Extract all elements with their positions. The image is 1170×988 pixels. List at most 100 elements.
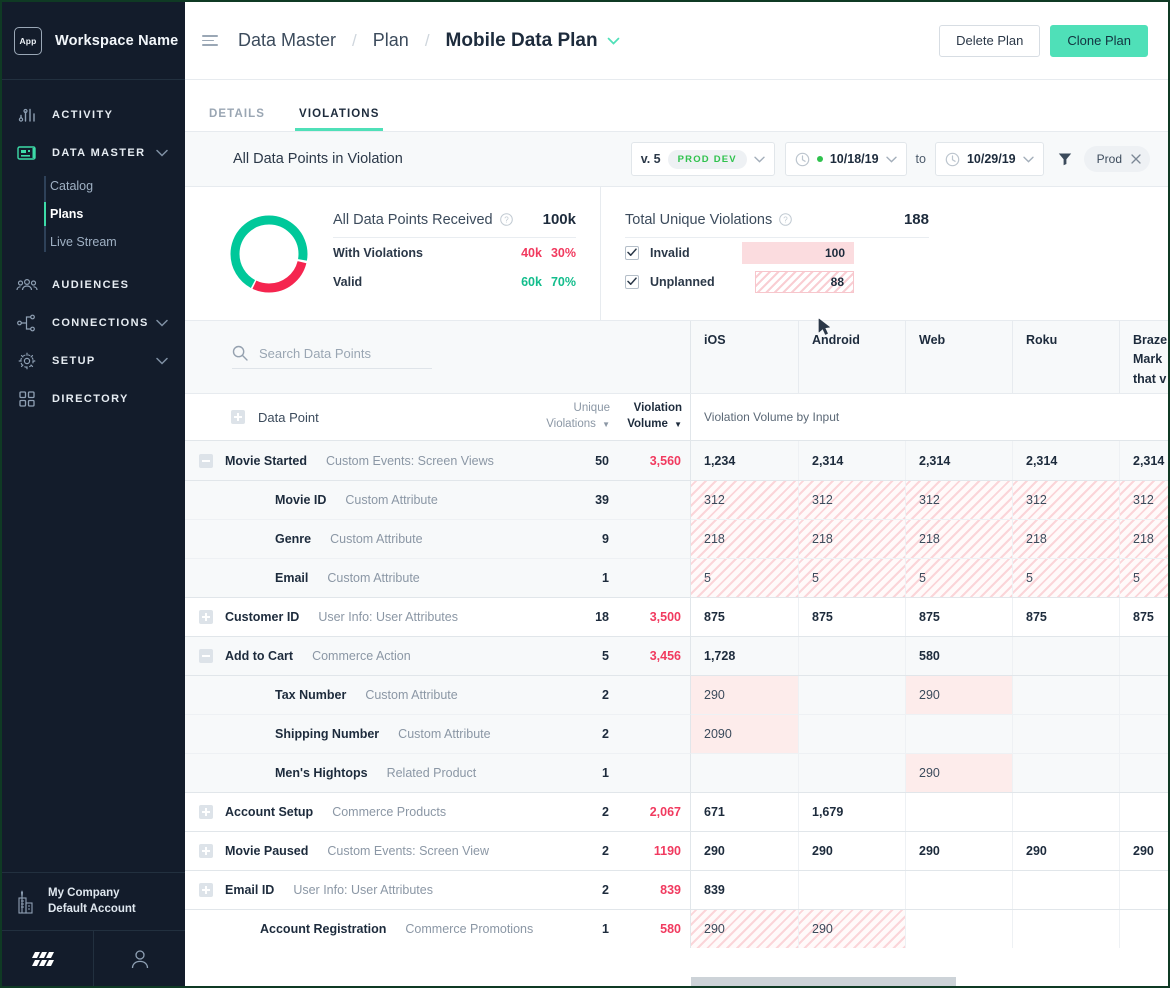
- tab-details[interactable]: DETAILS: [205, 108, 269, 131]
- table-row[interactable]: Email Custom Attribute 1 5 5 5 5 5: [185, 558, 1168, 597]
- data-point-name: Email: [275, 571, 309, 585]
- company-selector[interactable]: My Company Default Account: [2, 872, 185, 930]
- input-volume-cell: [1012, 676, 1119, 714]
- violation-volume-value: [618, 571, 690, 585]
- table-row[interactable]: Shipping Number Custom Attribute 2 2090: [185, 714, 1168, 753]
- caret-down-icon: ▼: [674, 420, 682, 429]
- column-header-android[interactable]: Android: [798, 321, 905, 393]
- workspace-header[interactable]: App Workspace Name: [2, 2, 185, 80]
- app-window: App Workspace Name ACTIVITY DATA MASTER: [0, 0, 1170, 988]
- expand-row-toggle[interactable]: [199, 883, 213, 897]
- sidebar: App Workspace Name ACTIVITY DATA MASTER: [2, 2, 185, 986]
- sidebar-item-label: DIRECTORY: [52, 393, 129, 405]
- table-row[interactable]: Tax Number Custom Attribute 2 290 290: [185, 675, 1168, 714]
- data-point-name: Account Setup: [225, 805, 314, 819]
- page-title: Mobile Data Plan: [445, 29, 598, 51]
- column-header-braze[interactable]: Braze Mark that v: [1119, 321, 1168, 393]
- expand-all-toggle[interactable]: [231, 410, 245, 424]
- filter-chip-prod[interactable]: Prod: [1083, 146, 1150, 172]
- table-row[interactable]: Movie Started Custom Events: Screen Views…: [185, 441, 1168, 480]
- input-volume-cell: 2090: [691, 715, 798, 753]
- sidebar-item-catalog[interactable]: Catalog: [50, 172, 185, 200]
- sidebar-item-directory[interactable]: DIRECTORY: [2, 380, 185, 418]
- collapse-row-toggle[interactable]: [199, 453, 213, 468]
- violation-volume-value: 2,067: [649, 805, 681, 819]
- date-to-selector[interactable]: 10/29/19: [934, 142, 1044, 176]
- sidebar-item-activity[interactable]: ACTIVITY: [2, 96, 185, 134]
- sidebar-item-audiences[interactable]: AUDIENCES: [2, 266, 185, 304]
- tab-violations[interactable]: VIOLATIONS: [295, 108, 384, 131]
- invalid-checkbox[interactable]: [625, 245, 639, 260]
- sort-violation-volume[interactable]: Violation Volume ViolationVolume ▼: [618, 401, 690, 432]
- chevron-down-icon: [885, 156, 897, 163]
- user-account-button[interactable]: [93, 931, 185, 986]
- column-header-web[interactable]: Web: [905, 321, 1012, 393]
- search-cell: [185, 321, 691, 393]
- violation-volume-by-input-label: Violation Volume by Input: [704, 410, 840, 424]
- expand-row-toggle[interactable]: [199, 610, 213, 624]
- sidebar-item-plans[interactable]: Plans: [44, 200, 185, 228]
- expand-row-toggle[interactable]: [199, 805, 213, 819]
- date-from-selector[interactable]: 10/18/19: [784, 142, 907, 176]
- table-row[interactable]: Men's Hightops Related Product 1 290: [185, 753, 1168, 792]
- violations-title: All Data Points in Violation: [233, 151, 403, 167]
- collapse-row-toggle[interactable]: [199, 649, 213, 663]
- table-row[interactable]: Email ID User Info: User Attributes 2 839 83…: [185, 870, 1168, 909]
- violations-donut-chart: [228, 213, 310, 295]
- help-icon[interactable]: ?: [499, 213, 513, 226]
- sidebar-item-connections[interactable]: CONNECTIONS: [2, 304, 185, 342]
- scrollbar-thumb[interactable]: [691, 977, 956, 986]
- violation-volume-value: 839: [660, 883, 681, 897]
- table-row[interactable]: Genre Custom Attribute 9 218 218 218 218 218: [185, 519, 1168, 558]
- input-volume-cell: 2,314: [905, 441, 1012, 480]
- plan-chevron-down-icon[interactable]: [607, 37, 620, 45]
- table-row[interactable]: Movie Paused Custom Events: Screen View 2 1…: [185, 831, 1168, 870]
- table-row[interactable]: Add to Cart Commerce Action 5 3,456 1,728 580: [185, 636, 1168, 675]
- received-title: All Data Points Received: [333, 211, 493, 228]
- violation-row-unplanned: Unplanned 88: [625, 267, 929, 296]
- table-row[interactable]: Account Registration Commerce Promotions 1…: [185, 909, 1168, 948]
- breadcrumb-data-master[interactable]: Data Master: [238, 30, 336, 51]
- data-point-name: Men's Hightops: [275, 766, 368, 780]
- data-point-type: Custom Attribute: [330, 532, 423, 546]
- sidebar-item-live-stream[interactable]: Live Stream: [50, 228, 185, 256]
- data-point-type: Related Product: [386, 766, 477, 780]
- sidebar-item-data-master[interactable]: DATA MASTER: [2, 134, 185, 172]
- input-volume-cell: [1119, 676, 1168, 714]
- chevron-down-icon[interactable]: [156, 319, 168, 327]
- search-data-points[interactable]: [232, 345, 432, 369]
- table-row[interactable]: Movie ID Custom Attribute 39 312 312 312 312 31…: [185, 480, 1168, 519]
- menu-toggle-icon[interactable]: [202, 32, 220, 49]
- data-point-cell: Men's Hightops Related Product 1: [185, 753, 691, 792]
- input-volume-cell: [905, 793, 1012, 831]
- data-point-cell: Email Custom Attribute 1: [185, 558, 691, 597]
- expand-row-toggle[interactable]: [199, 844, 213, 858]
- filter-funnel-icon[interactable]: [1058, 152, 1072, 166]
- sort-unique-violations[interactable]: Unique Violations UniqueViolations ▼: [546, 401, 618, 432]
- data-point-name: Customer ID: [225, 610, 300, 624]
- close-icon[interactable]: [1131, 154, 1141, 164]
- clone-plan-button[interactable]: Clone Plan: [1050, 24, 1148, 57]
- help-icon[interactable]: ?: [779, 213, 793, 226]
- breadcrumb-plan[interactable]: Plan: [373, 30, 409, 51]
- column-header-ios[interactable]: iOS: [691, 321, 798, 393]
- input-volume-cell: [1012, 637, 1119, 675]
- input-volume-cell: 2,314: [798, 441, 905, 480]
- data-point-name: Genre: [275, 532, 312, 546]
- row-input-cells: 290 290: [691, 675, 1168, 714]
- brand-mark-button[interactable]: [2, 931, 93, 986]
- table-row[interactable]: Customer ID User Info: User Attributes 18 3…: [185, 597, 1168, 636]
- violations-total: 188: [903, 211, 929, 228]
- chevron-down-icon[interactable]: [156, 357, 168, 365]
- unplanned-checkbox[interactable]: [625, 274, 639, 289]
- column-header-roku[interactable]: Roku: [1012, 321, 1119, 393]
- sidebar-item-setup[interactable]: SETUP: [2, 342, 185, 380]
- search-input[interactable]: [259, 345, 432, 361]
- version-selector[interactable]: v. 5 PROD DEV: [630, 142, 775, 176]
- sort-headers: Unique Violations UniqueViolations ▼ Vio…: [546, 401, 690, 432]
- horizontal-scrollbar[interactable]: [691, 975, 1168, 986]
- table-row[interactable]: Account Setup Commerce Products 2 2,067 671 1…: [185, 792, 1168, 831]
- chevron-down-icon[interactable]: [156, 149, 168, 157]
- date-to-value: 10/29/19: [966, 152, 1016, 166]
- delete-plan-button[interactable]: Delete Plan: [939, 24, 1041, 57]
